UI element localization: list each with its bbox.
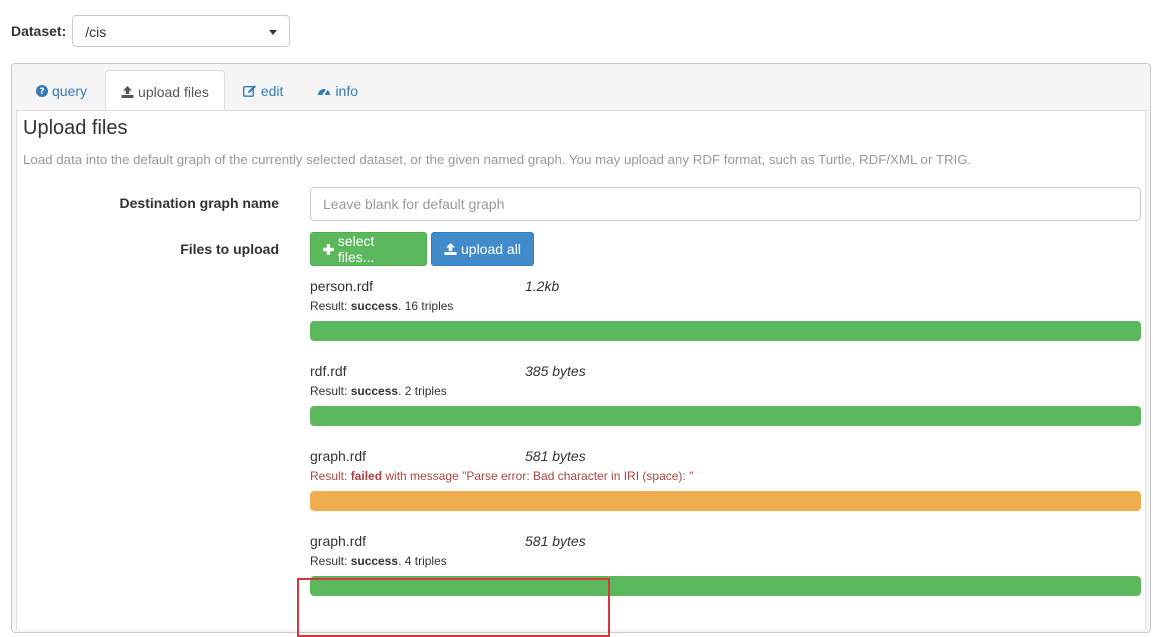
file-name: graph.rdf	[310, 533, 367, 549]
result-status: success	[350, 299, 399, 313]
tab-label: edit	[260, 83, 284, 99]
tab-label: upload files	[138, 83, 209, 100]
svg-text:?: ?	[39, 87, 44, 97]
dataset-row: Dataset: /cis	[11, 14, 291, 48]
destination-graph-input[interactable]	[310, 187, 1141, 221]
upload-description: Load data into the default graph of the …	[23, 152, 972, 167]
select-files-label: select files...	[337, 233, 375, 265]
dataset-select[interactable]: /cis	[72, 15, 291, 47]
result-status: success	[350, 384, 399, 398]
file-result: Result: success. 16 triples	[310, 299, 454, 313]
progress-bar-fill	[310, 406, 1141, 426]
files-to-upload-label: Files to upload	[180, 241, 279, 257]
main-panel: ? query upload files edit info Upload fi…	[11, 63, 1151, 637]
file-name: graph.rdf	[310, 448, 367, 464]
upload-icon	[444, 243, 457, 255]
plus-icon	[323, 243, 334, 255]
edit-icon	[242, 85, 256, 97]
result-status: failed	[350, 469, 383, 483]
highlight-box	[297, 578, 610, 637]
tab-upload-files[interactable]: upload files	[105, 70, 225, 112]
file-size: 581 bytes	[525, 448, 586, 464]
destination-graph-label: Destination graph name	[119, 195, 279, 211]
upload-icon	[121, 85, 134, 98]
result-status: success	[350, 554, 399, 568]
tab-label: query	[52, 83, 88, 99]
progress-bar-fill	[310, 491, 1141, 511]
file-result: Result: success. 2 triples	[310, 384, 447, 398]
tab-label: info	[335, 83, 359, 99]
question-circle-icon: ?	[36, 85, 48, 97]
upload-all-label: upload all	[461, 241, 521, 257]
progress-bar-fill	[310, 321, 1141, 341]
file-item: person.rdf 1.2kb Result: success. 16 tri…	[310, 278, 1142, 354]
file-item: rdf.rdf 385 bytes Result: success. 2 tri…	[310, 363, 1142, 439]
tab-bar: ? query upload files edit info	[20, 70, 376, 112]
upload-panel: Upload files Load data into the default …	[16, 110, 1146, 637]
progress-bar	[310, 406, 1141, 426]
file-size: 1.2kb	[525, 278, 560, 294]
upload-all-button[interactable]: upload all	[431, 232, 534, 266]
tab-query[interactable]: ? query	[20, 70, 103, 111]
progress-bar	[310, 491, 1141, 511]
file-item: graph.rdf 581 bytes Result: failed with …	[310, 448, 1142, 524]
tab-edit[interactable]: edit	[227, 70, 300, 111]
file-size: 581 bytes	[525, 533, 586, 549]
caret-down-icon	[269, 30, 278, 35]
file-size: 385 bytes	[525, 363, 586, 379]
file-result: Result: success. 4 triples	[310, 554, 447, 568]
dataset-label: Dataset:	[11, 23, 67, 39]
dataset-selected-value: /cis	[85, 24, 107, 40]
tab-info[interactable]: info	[301, 70, 374, 111]
file-name: rdf.rdf	[310, 363, 347, 379]
page-title: Upload files	[23, 117, 128, 139]
select-files-button[interactable]: select files...	[310, 232, 427, 266]
file-result: Result: failed with message "Parse error…	[310, 469, 694, 483]
dashboard-icon	[318, 88, 331, 96]
progress-bar	[310, 321, 1141, 341]
file-name: person.rdf	[310, 278, 374, 294]
